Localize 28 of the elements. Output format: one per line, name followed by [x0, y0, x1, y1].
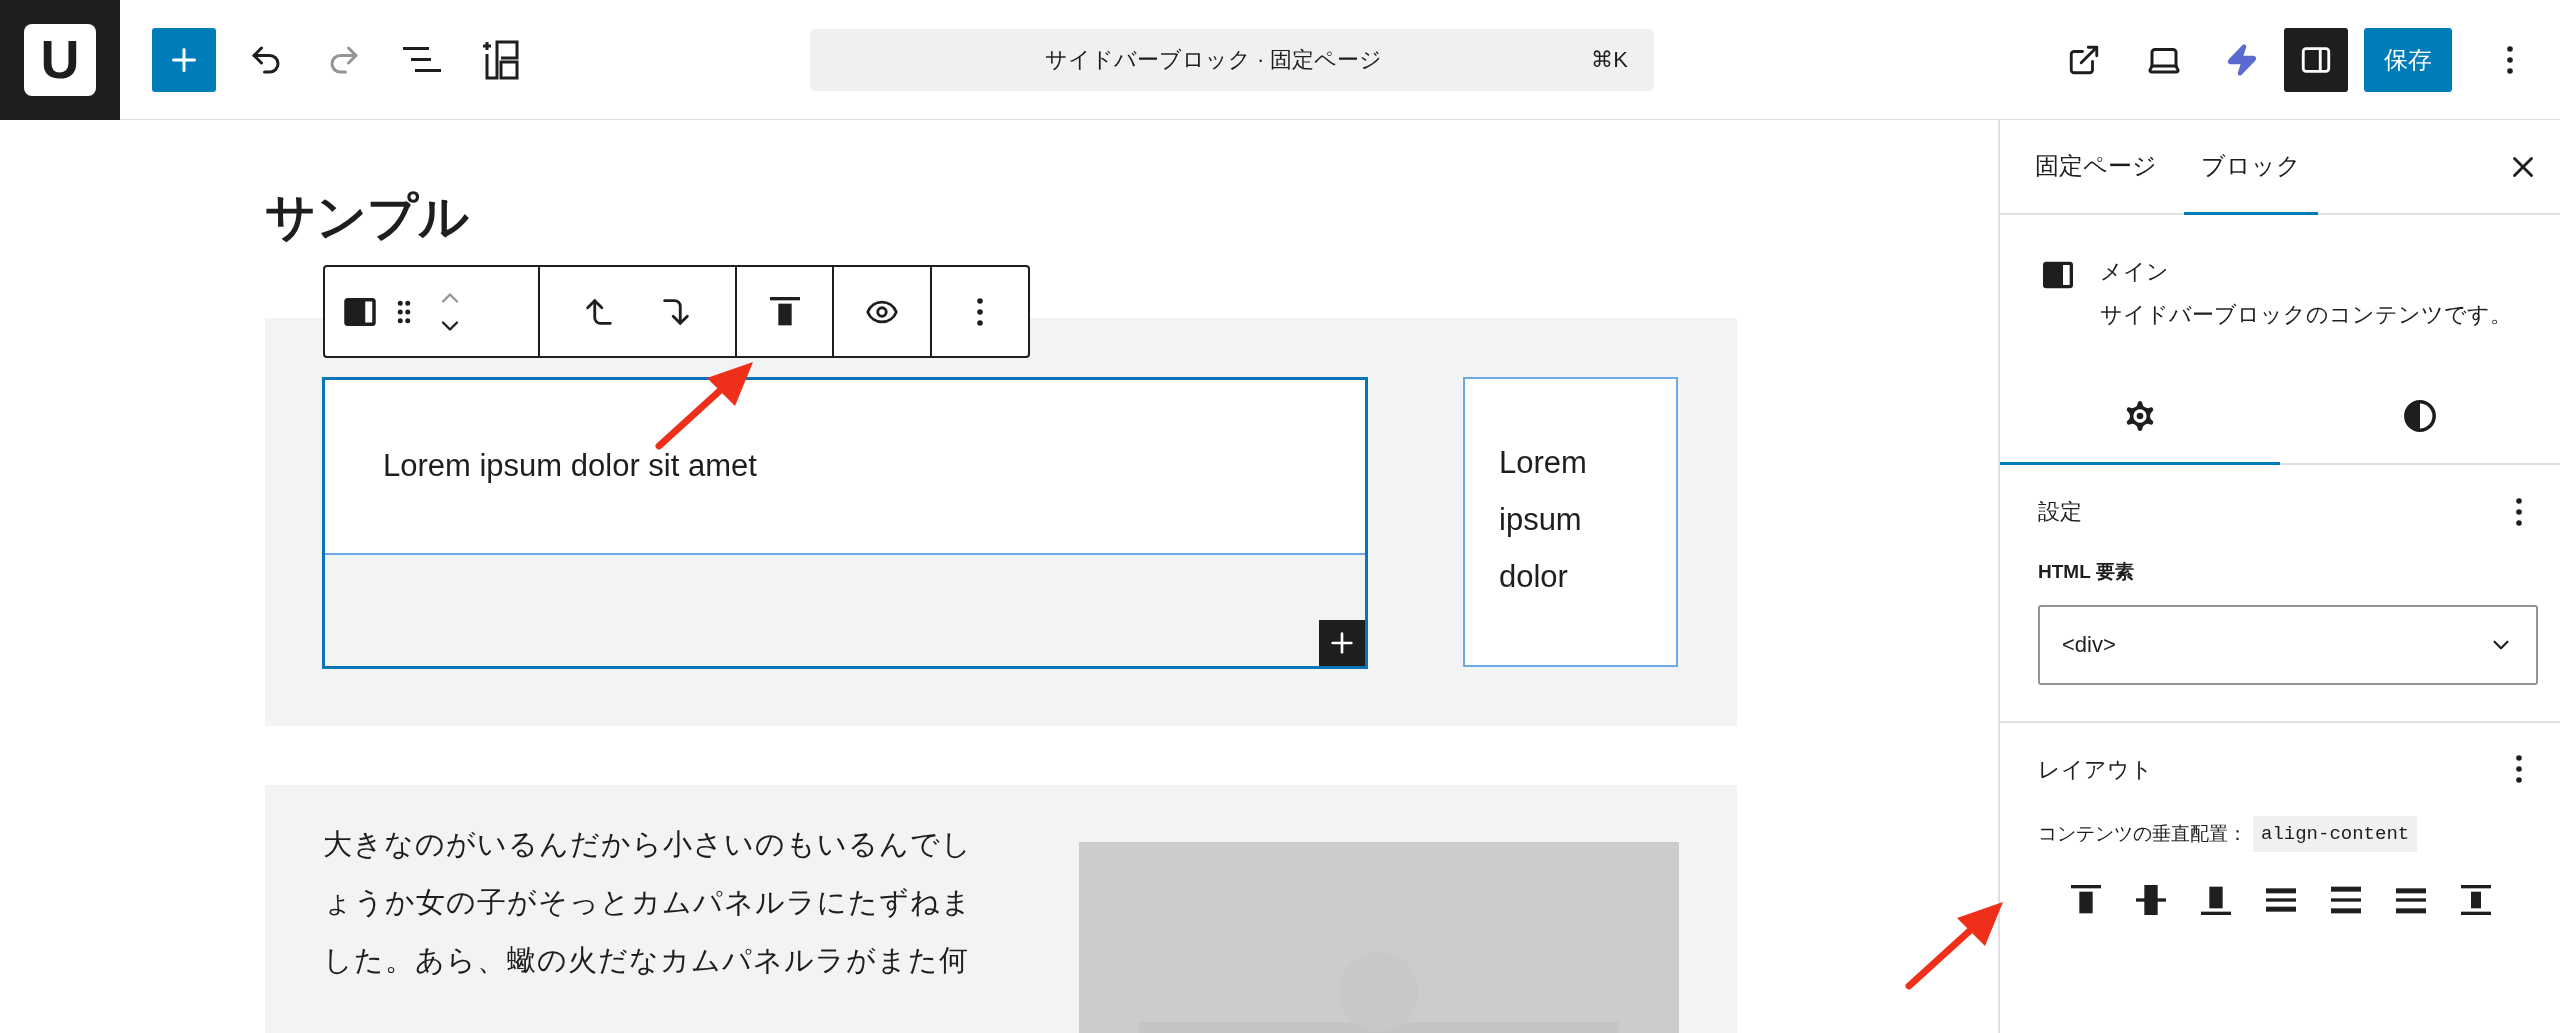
- paragraph-text: Lorem ipsum dolor sit amet: [325, 380, 1365, 555]
- sidebar-tab[interactable]: 固定ページ: [2018, 120, 2174, 215]
- code-label: align-content: [2253, 815, 2418, 852]
- page-title: サンプル: [265, 188, 469, 247]
- panel-title: 設定: [2038, 498, 2082, 526]
- field-label: コンテンツの垂直配置：: [2038, 821, 2247, 846]
- shortcut-label: ⌘K: [1591, 46, 1628, 74]
- save-button[interactable]: 保存: [2364, 27, 2452, 92]
- block-name: メイン: [2100, 258, 2169, 286]
- paragraph-text: 大きなのがいるんだから小さいのもいるんでしょうか女の子がそっとカムパネルラにたずねました。あら、蠍の火だなカムパネルラがまた何: [323, 827, 973, 978]
- list-view-icon: [403, 44, 441, 75]
- block-grid-icon: [481, 39, 519, 80]
- more-icon[interactable]: [2516, 497, 2522, 526]
- block-description: サイドバーブロックのコンテンツです。: [2100, 301, 2513, 329]
- sidebar-tab[interactable]: ブロック: [2184, 120, 2318, 215]
- logo: U: [24, 23, 96, 96]
- panel-title: レイアウト: [2038, 755, 2153, 784]
- paragraph-text: Lorem ipsum dolor: [1499, 444, 1588, 596]
- more-icon: [2507, 45, 2513, 74]
- settings-toggle-button[interactable]: [2284, 27, 2348, 92]
- more-icon: [977, 297, 983, 326]
- more-icon[interactable]: [2516, 755, 2522, 783]
- contrast-icon: [2403, 399, 2437, 433]
- add-block-button[interactable]: [1319, 620, 1365, 666]
- field-label: HTML 要素: [2038, 560, 2134, 584]
- html-element-select[interactable]: <div>: [2038, 604, 2538, 685]
- command-bar[interactable]: サイドバーブロック · 固定ページ ⌘K: [810, 28, 1654, 91]
- logo-tile[interactable]: U: [0, 0, 120, 120]
